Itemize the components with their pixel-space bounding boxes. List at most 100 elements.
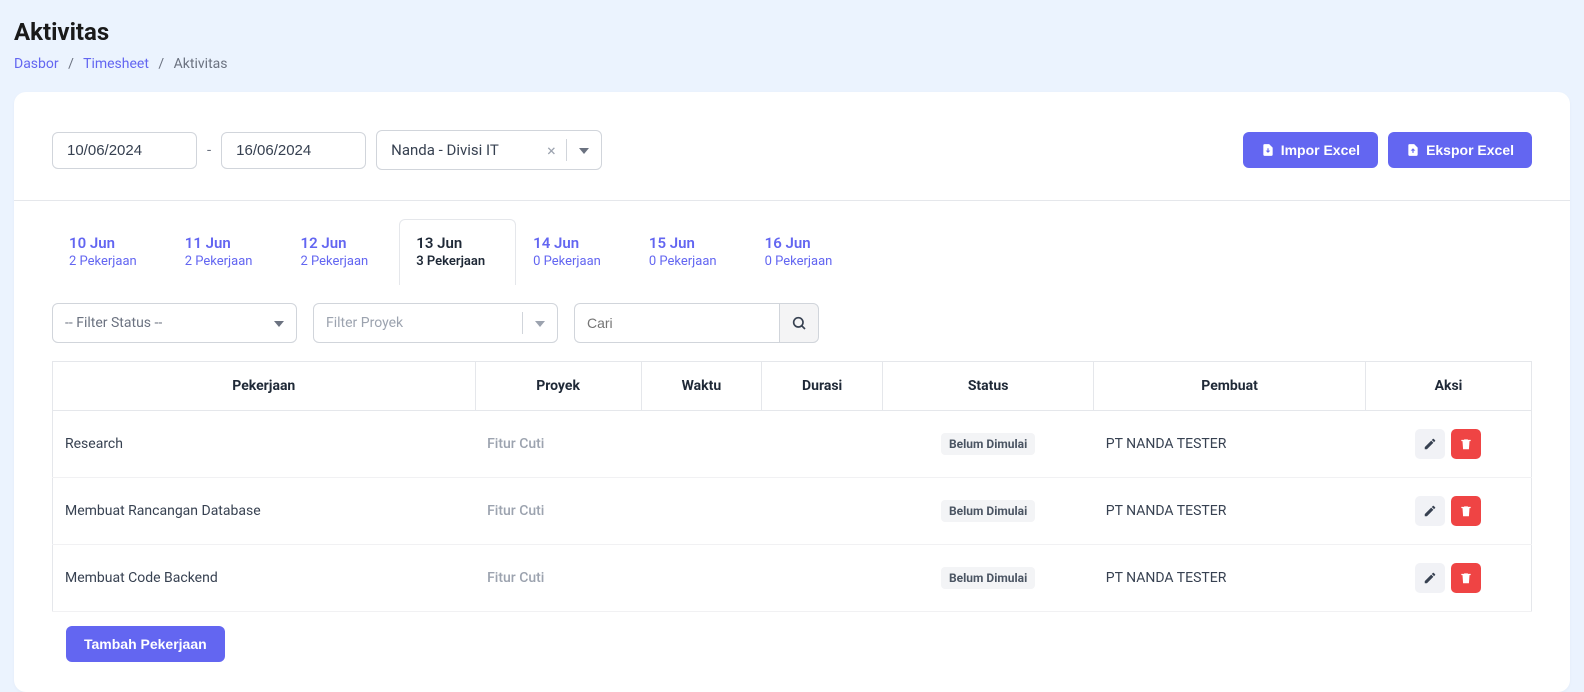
chevron-down-icon[interactable] (567, 142, 601, 158)
employee-select-value: Nanda - Divisi IT (377, 141, 537, 159)
th-proyek: Proyek (475, 362, 641, 411)
th-pekerjaan: Pekerjaan (53, 362, 476, 411)
date-from-input[interactable] (52, 132, 197, 169)
status-badge: Belum Dimulai (941, 433, 1035, 455)
th-aksi: Aksi (1365, 362, 1531, 411)
status-badge: Belum Dimulai (941, 500, 1035, 522)
cell-pekerjaan: Membuat Rancangan Database (53, 478, 476, 545)
import-excel-button[interactable]: Impor Excel (1243, 132, 1378, 168)
filters-top: - Nanda - Divisi IT × Impor Excel Ekspor… (14, 92, 1570, 201)
date-tab[interactable]: 11 Jun 2 Pekerjaan (168, 219, 284, 285)
trash-icon (1459, 437, 1473, 451)
delete-button[interactable] (1451, 496, 1481, 526)
employee-select[interactable]: Nanda - Divisi IT × (376, 130, 602, 170)
action-buttons: Impor Excel Ekspor Excel (1243, 132, 1532, 168)
filter-status-select[interactable]: -- Filter Status -- (52, 303, 297, 343)
date-dash: - (207, 141, 211, 159)
search-button[interactable] (779, 303, 819, 343)
cell-pembuat: PT NANDA TESTER (1094, 411, 1366, 478)
date-to-input[interactable] (221, 132, 366, 169)
add-row-section: Tambah Pekerjaan (14, 612, 1570, 692)
cell-pembuat: PT NANDA TESTER (1094, 545, 1366, 612)
tab-date-label: 16 Jun (765, 234, 833, 252)
tab-sub-label: 0 Pekerjaan (765, 254, 833, 269)
project-link[interactable]: Fitur Cuti (487, 570, 544, 586)
cell-waktu (641, 545, 762, 612)
import-label: Impor Excel (1281, 142, 1360, 158)
edit-button[interactable] (1415, 496, 1445, 526)
activity-table: Pekerjaan Proyek Waktu Durasi Status Pem… (52, 361, 1532, 612)
tab-sub-label: 0 Pekerjaan (533, 254, 601, 269)
delete-button[interactable] (1451, 429, 1481, 459)
breadcrumb: Dasbor / Timesheet / Aktivitas (0, 56, 1584, 92)
close-icon[interactable]: × (537, 141, 566, 160)
tab-date-label: 13 Jun (416, 234, 485, 252)
cell-durasi (762, 478, 883, 545)
th-durasi: Durasi (762, 362, 883, 411)
cell-status: Belum Dimulai (883, 478, 1094, 545)
breadcrumb-dasbor[interactable]: Dasbor (14, 56, 59, 72)
subfilters: -- Filter Status -- Filter Proyek (14, 285, 1570, 361)
edit-button[interactable] (1415, 563, 1445, 593)
page-title: Aktivitas (0, 0, 1584, 56)
th-status: Status (883, 362, 1094, 411)
trash-icon (1459, 571, 1473, 585)
cell-pekerjaan: Membuat Code Backend (53, 545, 476, 612)
date-tab[interactable]: 15 Jun0 Pekerjaan (632, 219, 748, 285)
export-excel-button[interactable]: Ekspor Excel (1388, 132, 1532, 168)
date-tab[interactable]: 10 Jun 2 Pekerjaan (52, 219, 168, 285)
table-row: Research Fitur Cuti Belum Dimulai PT NANDA … (53, 411, 1532, 478)
cell-waktu (641, 411, 762, 478)
cell-aksi (1365, 478, 1531, 545)
date-tab[interactable]: 16 Jun 0 Pekerjaan (748, 219, 864, 285)
project-link[interactable]: Fitur Cuti (487, 503, 544, 519)
file-download-icon (1261, 143, 1275, 157)
file-upload-icon (1406, 143, 1420, 157)
cell-status: Belum Dimulai (883, 411, 1094, 478)
date-tab[interactable]: 12 Jun2 Pekerjaan (284, 219, 400, 285)
cell-waktu (641, 478, 762, 545)
cell-proyek: Fitur Cuti (475, 478, 641, 545)
delete-button[interactable] (1451, 563, 1481, 593)
cell-durasi (762, 545, 883, 612)
table-row: Membuat Rancangan Database Fitur Cuti Belu… (53, 478, 1532, 545)
status-badge: Belum Dimulai (941, 567, 1035, 589)
add-work-button[interactable]: Tambah Pekerjaan (66, 626, 225, 662)
cell-proyek: Fitur Cuti (475, 545, 641, 612)
cell-pembuat: PT NANDA TESTER (1094, 478, 1366, 545)
date-tab[interactable]: 14 Jun 0 Pekerjaan (516, 219, 632, 285)
tab-date-label: 10 Jun (69, 234, 137, 252)
chevron-down-icon (523, 315, 557, 331)
pencil-icon (1423, 437, 1437, 451)
th-waktu: Waktu (641, 362, 762, 411)
tab-sub-label: 0 Pekerjaan (649, 254, 717, 269)
search-input[interactable] (574, 303, 779, 343)
date-tab[interactable]: 13 Jun 3 Pekerjaan (399, 219, 516, 285)
project-link[interactable]: Fitur Cuti (487, 436, 544, 452)
cell-aksi (1365, 545, 1531, 612)
cell-pekerjaan: Research (53, 411, 476, 478)
tab-sub-label: 2 Pekerjaan (69, 254, 137, 269)
cell-proyek: Fitur Cuti (475, 411, 641, 478)
export-label: Ekspor Excel (1426, 142, 1514, 158)
tab-sub-label: 2 Pekerjaan (301, 254, 369, 269)
cell-status: Belum Dimulai (883, 545, 1094, 612)
table-header-row: Pekerjaan Proyek Waktu Durasi Status Pem… (53, 362, 1532, 411)
breadcrumb-timesheet[interactable]: Timesheet (83, 56, 149, 72)
trash-icon (1459, 504, 1473, 518)
edit-button[interactable] (1415, 429, 1445, 459)
th-pembuat: Pembuat (1094, 362, 1366, 411)
tab-sub-label: 2 Pekerjaan (185, 254, 253, 269)
filter-project-select[interactable]: Filter Proyek (313, 303, 558, 343)
chevron-down-icon (274, 315, 284, 331)
breadcrumb-sep: / (68, 56, 74, 72)
tab-date-label: 14 Jun (533, 234, 601, 252)
table-row: Membuat Code Backend Fitur Cuti Belum Dimu… (53, 545, 1532, 612)
tab-sub-label: 3 Pekerjaan (416, 254, 485, 269)
cell-durasi (762, 411, 883, 478)
filter-project-placeholder: Filter Proyek (314, 315, 522, 331)
pencil-icon (1423, 504, 1437, 518)
search-group (574, 303, 819, 343)
cell-aksi (1365, 411, 1531, 478)
tab-date-label: 11 Jun (185, 234, 253, 252)
